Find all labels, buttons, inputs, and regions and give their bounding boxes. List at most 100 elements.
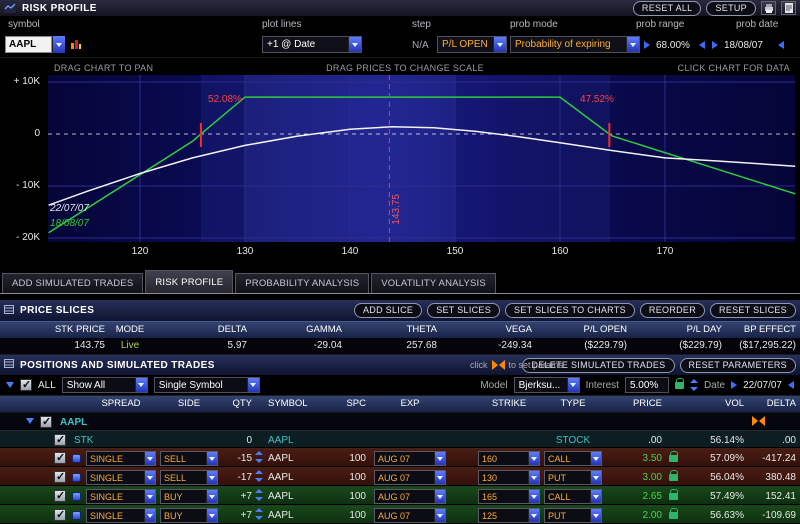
qty-stepper[interactable]: [255, 470, 263, 482]
row-checkbox[interactable]: [54, 434, 66, 446]
qty-stepper[interactable]: [255, 489, 263, 501]
lock-icon[interactable]: [669, 455, 678, 462]
chevron-down-icon[interactable]: [434, 509, 445, 522]
chevron-down-icon[interactable]: [528, 490, 539, 503]
qty-value[interactable]: -17: [218, 472, 252, 483]
price-value[interactable]: 2.65: [610, 491, 662, 502]
row-checkbox[interactable]: [54, 471, 66, 483]
side-select[interactable]: SELL: [160, 470, 218, 485]
chevron-down-icon[interactable]: [528, 452, 539, 465]
show-filter-select[interactable]: Show All: [62, 377, 148, 393]
exp-select[interactable]: AUG 07: [374, 470, 446, 485]
plot-lines-select[interactable]: +1 @ Date: [262, 36, 362, 53]
chevron-down-icon[interactable]: [206, 490, 217, 503]
reorder-button[interactable]: REORDER: [640, 303, 705, 318]
reset-parameters-button[interactable]: RESET PARAMETERS: [680, 358, 797, 373]
print-icon[interactable]: [761, 1, 776, 15]
reset-slices-button[interactable]: RESET SLICES: [710, 303, 796, 318]
chevron-down-icon[interactable]: [590, 471, 601, 484]
step-mode-select[interactable]: P/L OPEN: [437, 36, 507, 53]
row-checkbox[interactable]: [54, 490, 66, 502]
lock-icon[interactable]: [675, 382, 684, 389]
analyze-icon[interactable]: [72, 454, 81, 463]
qty-value[interactable]: +7: [218, 491, 252, 502]
chevron-down-icon[interactable]: [247, 378, 259, 392]
spread-select[interactable]: SINGLE: [86, 451, 156, 466]
prob-range-step-icon[interactable]: [644, 41, 650, 49]
tab-add-simulated-trades[interactable]: ADD SIMULATED TRADES: [2, 273, 143, 293]
chevron-down-icon[interactable]: [590, 490, 601, 503]
analyze-icon[interactable]: [72, 492, 81, 501]
price-value[interactable]: 3.50: [610, 453, 662, 464]
type-select[interactable]: PUT: [544, 508, 602, 523]
type-select[interactable]: PUT: [544, 470, 602, 485]
chevron-down-icon[interactable]: [52, 36, 65, 53]
chevron-down-icon[interactable]: [434, 490, 445, 503]
position-row[interactable]: SINGLE SELL -17 AAPL 100 AUG 07 130 PUT …: [0, 467, 800, 486]
row-checkbox[interactable]: [54, 509, 66, 521]
collapse-icon[interactable]: [6, 382, 14, 388]
qty-stepper[interactable]: [255, 451, 263, 463]
date-step-icon[interactable]: [731, 381, 737, 389]
exp-select[interactable]: AUG 07: [374, 508, 446, 523]
set-params-icon[interactable]: [492, 360, 505, 370]
reset-all-button[interactable]: RESET ALL: [633, 1, 702, 16]
position-row[interactable]: SINGLE SELL -15 AAPL 100 AUG 07 160 CALL…: [0, 448, 800, 467]
qty-value[interactable]: -15: [218, 453, 252, 464]
symbol-group-row[interactable]: AAPL: [0, 412, 800, 430]
set-slices-to-charts-button[interactable]: SET SLICES TO CHARTS: [505, 303, 635, 318]
chevron-down-icon[interactable]: [590, 452, 601, 465]
stock-position-row[interactable]: STK 0 AAPL STOCK .00 56.14% .00: [0, 430, 800, 448]
prob-mode-select[interactable]: Probability of expiring: [510, 36, 640, 53]
position-row[interactable]: SINGLE BUY +7 AAPL 100 AUG 07 125 PUT 2.…: [0, 505, 800, 524]
tab-probability-analysis[interactable]: PROBABILITY ANALYSIS: [235, 273, 369, 293]
tab-risk-profile[interactable]: RISK PROFILE: [145, 270, 233, 293]
exp-select[interactable]: AUG 07: [374, 451, 446, 466]
interest-input[interactable]: 5.00%: [625, 377, 669, 393]
lock-icon[interactable]: [669, 512, 678, 519]
collapse-icon[interactable]: [26, 418, 34, 424]
spread-select[interactable]: SINGLE: [86, 508, 156, 523]
chevron-down-icon[interactable]: [206, 471, 217, 484]
strike-select[interactable]: 125: [478, 508, 540, 523]
price-slice-row[interactable]: 143.75 Live 5.97 -29.04 257.68 -249.34 (…: [0, 338, 800, 355]
strike-select[interactable]: 160: [478, 451, 540, 466]
set-params-icon[interactable]: [752, 416, 765, 426]
chevron-down-icon[interactable]: [590, 509, 601, 522]
sp​read-select[interactable]: SINGLE: [86, 470, 156, 485]
setup-button[interactable]: SETUP: [706, 1, 756, 16]
chevron-down-icon[interactable]: [434, 452, 445, 465]
strike-select[interactable]: 165: [478, 489, 540, 504]
side-select[interactable]: BUY: [160, 489, 218, 504]
chevron-down-icon[interactable]: [135, 378, 147, 392]
position-row[interactable]: SINGLE BUY +7 AAPL 100 AUG 07 165 CALL 2…: [0, 486, 800, 505]
row-checkbox[interactable]: [54, 452, 66, 464]
chevron-down-icon[interactable]: [528, 509, 539, 522]
lock-icon[interactable]: [669, 474, 678, 481]
date-step-icon[interactable]: [788, 381, 794, 389]
symbol-input[interactable]: [5, 36, 52, 53]
chevron-down-icon[interactable]: [567, 378, 579, 392]
qty-value[interactable]: +7: [218, 510, 252, 521]
qty-stepper[interactable]: [255, 508, 263, 520]
set-slices-button[interactable]: SET SLICES: [427, 303, 500, 318]
risk-chart[interactable]: [0, 58, 800, 270]
chevron-down-icon[interactable]: [144, 490, 155, 503]
chevron-down-icon[interactable]: [528, 471, 539, 484]
side-select[interactable]: SELL: [160, 451, 218, 466]
symbol-select[interactable]: [5, 36, 65, 53]
chevron-down-icon[interactable]: [434, 471, 445, 484]
prob-range-step-icon[interactable]: [699, 41, 705, 49]
scope-select[interactable]: Single Symbol: [154, 377, 260, 393]
symbol-flag-icon[interactable]: [70, 38, 82, 54]
chevron-down-icon[interactable]: [144, 509, 155, 522]
price-value[interactable]: 3.00: [610, 472, 662, 483]
slice-mode[interactable]: Live: [105, 340, 155, 351]
snapshot-icon[interactable]: [781, 1, 796, 15]
chevron-down-icon[interactable]: [206, 509, 217, 522]
analyze-icon[interactable]: [72, 473, 81, 482]
chevron-down-icon[interactable]: [626, 37, 639, 52]
chevron-down-icon[interactable]: [144, 452, 155, 465]
all-checkbox[interactable]: [20, 379, 32, 391]
exp-select[interactable]: AUG 07: [374, 489, 446, 504]
